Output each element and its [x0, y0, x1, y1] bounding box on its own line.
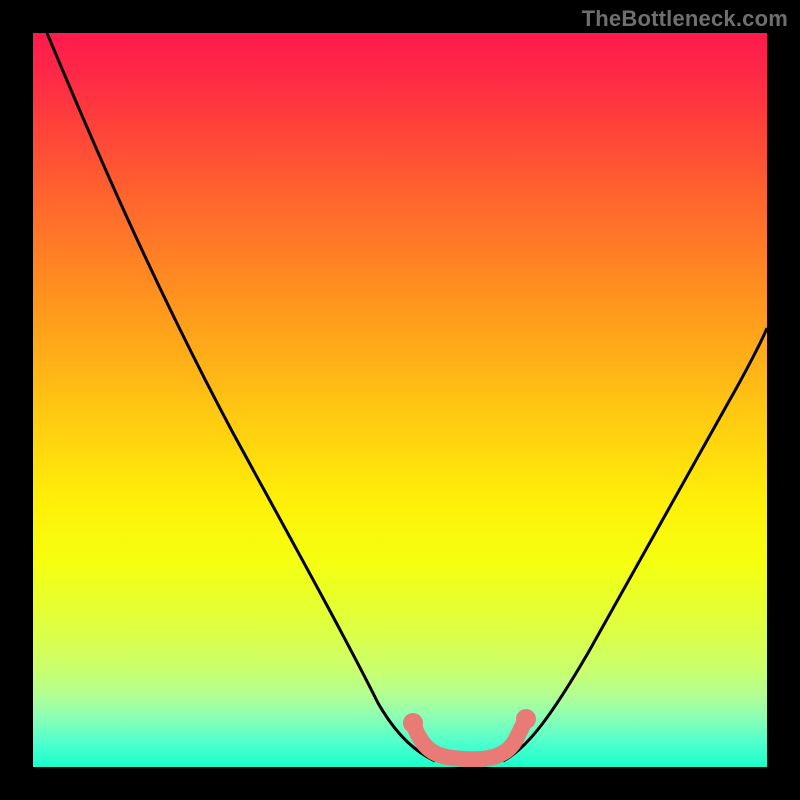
optimal-band-path — [413, 719, 526, 759]
watermark-text: TheBottleneck.com — [582, 6, 788, 32]
optimal-band-left-dot — [403, 713, 423, 733]
plot-area — [33, 33, 767, 767]
optimal-band-right-dot — [516, 709, 536, 729]
chart-frame: TheBottleneck.com — [0, 0, 800, 800]
left-curve — [47, 33, 435, 761]
right-curve — [503, 328, 767, 761]
curve-layer — [33, 33, 767, 767]
